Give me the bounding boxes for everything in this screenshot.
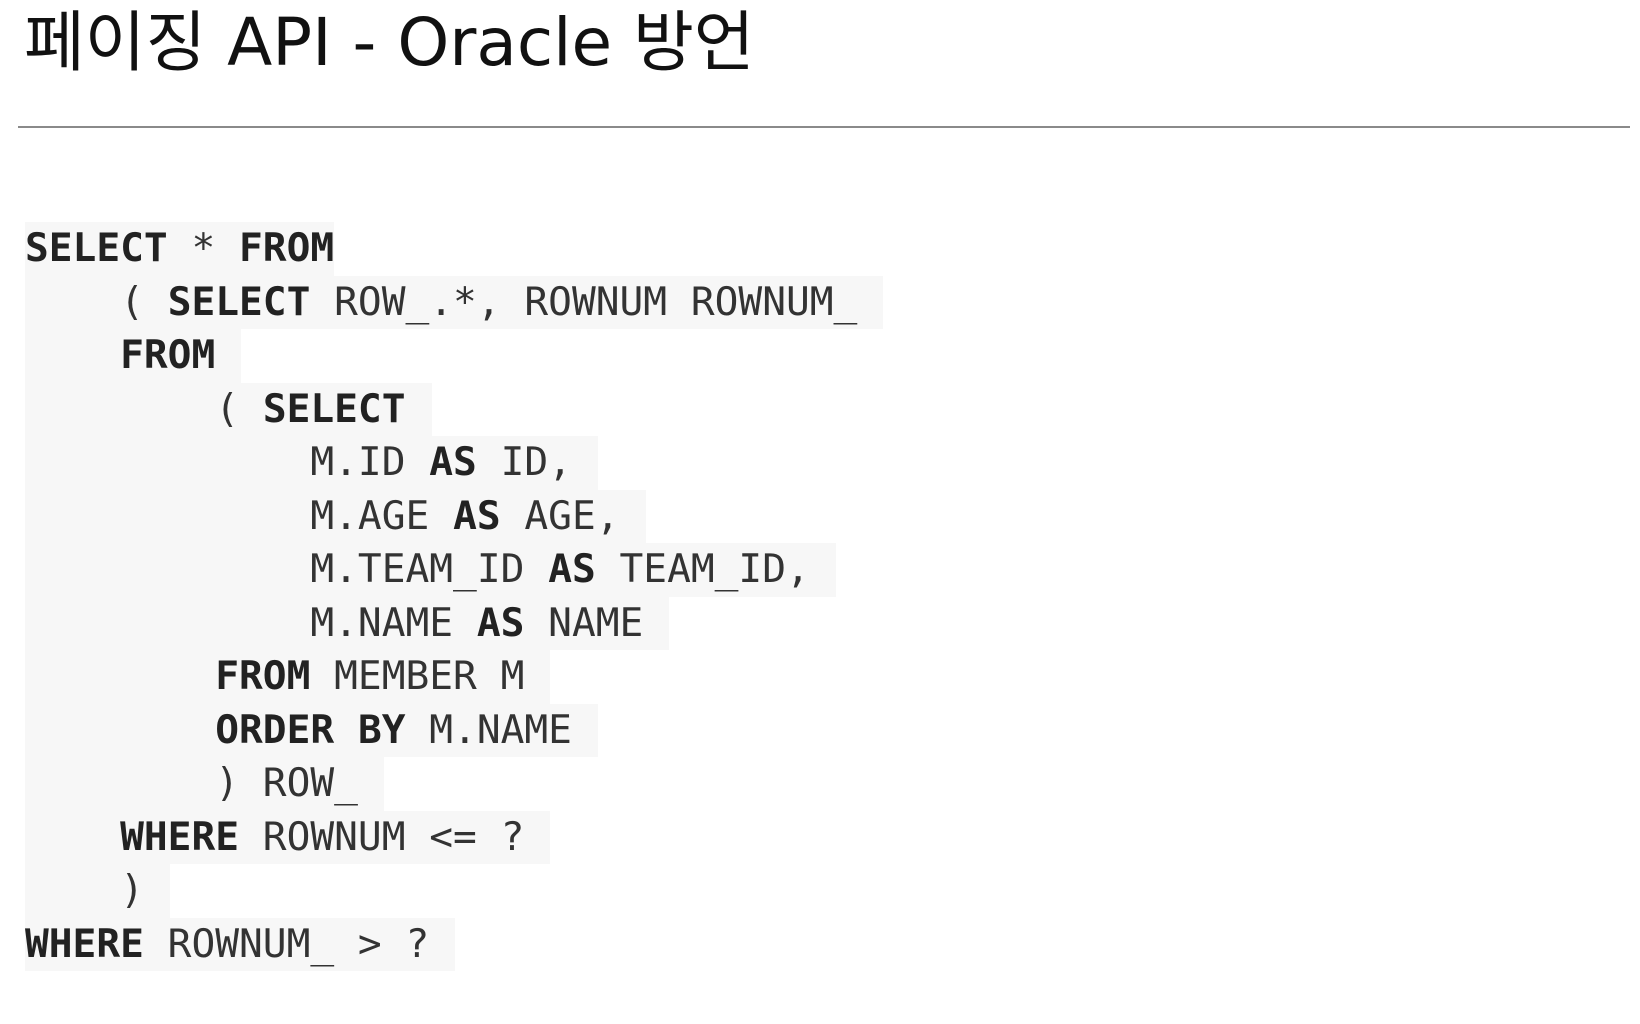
sql-keyword: ORDER (215, 706, 335, 753)
code-line: ) ROW_ (25, 757, 384, 811)
code-line: ORDER BY M.NAME (25, 703, 598, 757)
code-line: ( SELECT (25, 382, 432, 436)
sql-keyword: AS (429, 439, 477, 485)
sql-text: ID, (476, 439, 572, 485)
sql-keyword: FROM (120, 332, 216, 378)
sql-keyword: BY (357, 706, 406, 753)
sql-text: M.TEAM_ID (25, 546, 549, 592)
sql-keyword: FROM (239, 225, 335, 271)
sql-text: TEAM_ID, (595, 546, 810, 592)
sql-text: ) (25, 867, 144, 913)
sql-keyword: AS (548, 546, 596, 592)
sql-text: ROWNUM <= ? (239, 813, 525, 860)
sql-keyword: AS (476, 599, 525, 646)
code-line: M.NAME AS NAME (25, 596, 670, 650)
sql-keyword: SELECT (262, 385, 406, 432)
code-line: ( SELECT ROW_.*, ROWNUM ROWNUM_ (25, 275, 884, 329)
sql-text: AGE, (500, 492, 620, 539)
sql-keyword: WHERE (25, 920, 144, 967)
code-line: SELECT * FROM (25, 222, 335, 276)
sql-text: NAME (524, 599, 644, 646)
title-divider (18, 126, 1630, 128)
code-line: M.TEAM_ID AS TEAM_ID, (25, 543, 836, 597)
code-line: M.AGE AS AGE, (25, 489, 646, 543)
code-line: M.ID AS ID, (25, 436, 598, 490)
sql-text: ( (25, 385, 263, 432)
sql-text: ROWNUM_ > ? (143, 920, 430, 967)
code-block: SELECT * FROM ( SELECT ROW_.*, ROWNUM RO… (25, 222, 884, 971)
sql-keyword: SELECT (25, 225, 168, 271)
sql-keyword: WHERE (120, 813, 240, 860)
sql-text: M.NAME (405, 706, 572, 753)
code-line: WHERE ROWNUM <= ? (25, 810, 551, 864)
sql-text: M.AGE (25, 492, 454, 539)
sql-text: M.NAME (25, 599, 477, 646)
code-line: FROM MEMBER M (25, 650, 551, 704)
page-title: 페이징 API - Oracle 방언 (24, 4, 755, 81)
sql-text: ) ROW_ (25, 760, 358, 806)
sql-text: * (167, 225, 240, 271)
sql-keyword: AS (453, 492, 501, 539)
code-line: WHERE ROWNUM_ > ? (25, 917, 456, 971)
sql-text: MEMBER M (310, 653, 525, 699)
sql-keyword: SELECT (167, 278, 311, 325)
code-line: FROM (25, 329, 242, 383)
sql-keyword: FROM (215, 653, 311, 699)
sql-text: ROW_.*, ROWNUM ROWNUM_ (310, 278, 858, 325)
sql-text: M.ID (25, 439, 430, 485)
code-line: ) (25, 864, 170, 918)
sql-text: ( (25, 278, 168, 325)
